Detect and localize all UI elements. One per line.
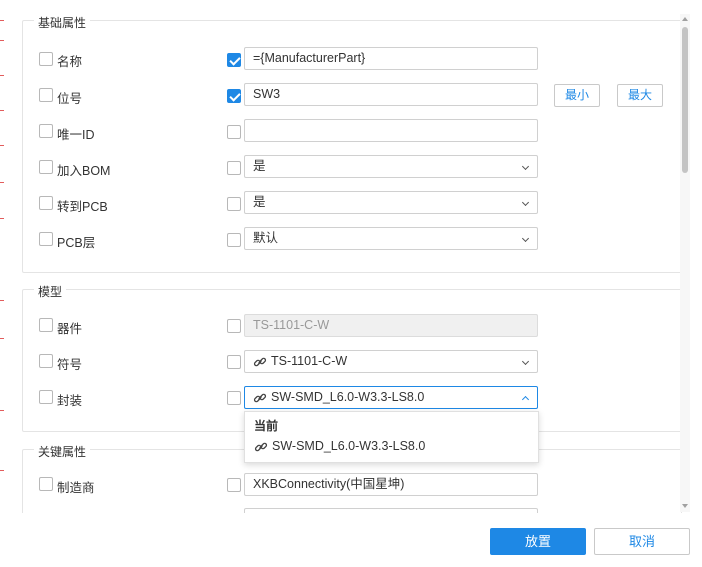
name-enabled-checkbox[interactable] <box>227 53 241 67</box>
footprint-select-value: SW-SMD_L6.0-W3.3-LS8.0 <box>271 390 425 404</box>
place-button[interactable]: 放置 <box>490 528 586 555</box>
model-title: 模型 <box>34 283 67 300</box>
scroll-down-icon[interactable] <box>682 504 688 508</box>
designator-visible-checkbox[interactable] <box>39 88 53 102</box>
footprint-select[interactable]: SW-SMD_L6.0-W3.3-LS8.0 <box>244 386 538 409</box>
key-properties-title: 关键属性 <box>34 443 91 460</box>
designator-max-button[interactable]: 最大 <box>617 84 663 107</box>
symbol-select-value: TS-1101-C-W <box>271 354 348 368</box>
unique-id-visible-checkbox[interactable] <box>39 124 53 138</box>
footprint-visible-checkbox[interactable] <box>39 390 53 404</box>
add-bom-visible-checkbox[interactable] <box>39 160 53 174</box>
to-pcb-enabled-checkbox[interactable] <box>227 197 241 211</box>
name-input[interactable]: ={ManufacturerPart} <box>244 47 538 70</box>
add-bom-enabled-checkbox[interactable] <box>227 161 241 175</box>
device-input: TS-1101-C-W <box>244 314 538 337</box>
chevron-down-icon <box>521 234 530 243</box>
dropdown-option[interactable]: SW-SMD_L6.0-W3.3-LS8.0 <box>254 439 425 454</box>
symbol-select[interactable]: TS-1101-C-W <box>244 350 538 373</box>
manufacturer-label: 制造商 <box>57 481 95 495</box>
pcb-layer-label: PCB层 <box>57 236 96 250</box>
device-label: 器件 <box>57 322 83 336</box>
unique-id-input[interactable] <box>244 119 538 142</box>
device-enabled-checkbox[interactable] <box>227 319 241 333</box>
footprint-enabled-checkbox[interactable] <box>227 391 241 405</box>
pcb-layer-enabled-checkbox[interactable] <box>227 233 241 247</box>
designator-input[interactable]: SW3 <box>244 83 538 106</box>
symbol-enabled-checkbox[interactable] <box>227 355 241 369</box>
dropdown-group-label: 当前 <box>254 419 279 433</box>
pcb-layer-select[interactable]: 默认 <box>244 227 538 250</box>
chevron-up-icon <box>521 395 530 404</box>
manufacturer-enabled-checkbox[interactable] <box>227 478 241 492</box>
to-pcb-select-value: 是 <box>253 195 266 209</box>
manufacturer-visible-checkbox[interactable] <box>39 477 53 491</box>
chevron-down-icon <box>521 162 530 171</box>
dropdown-option-label: SW-SMD_L6.0-W3.3-LS8.0 <box>272 439 426 453</box>
designator-min-button[interactable]: 最小 <box>554 84 600 107</box>
basic-properties-title: 基础属性 <box>34 14 91 31</box>
footprint-dropdown: 当前 SW-SMD_L6.0-W3.3-LS8.0 <box>244 411 539 463</box>
pcb-layer-visible-checkbox[interactable] <box>39 232 53 246</box>
manufacturer-input[interactable]: XKBConnectivity(中国星坤) <box>244 473 538 496</box>
designator-label: 位号 <box>57 92 83 106</box>
next-property-input[interactable] <box>244 508 538 513</box>
footprint-label: 封装 <box>57 394 83 408</box>
scroll-up-icon[interactable] <box>682 17 688 21</box>
link-icon <box>254 442 268 452</box>
link-icon <box>253 357 267 367</box>
pcb-layer-select-value: 默认 <box>253 231 279 245</box>
name-label: 名称 <box>57 55 83 69</box>
add-bom-label: 加入BOM <box>57 164 111 178</box>
device-visible-checkbox[interactable] <box>39 318 53 332</box>
to-pcb-select[interactable]: 是 <box>244 191 538 214</box>
name-visible-checkbox[interactable] <box>39 52 53 66</box>
scrollbar-thumb[interactable] <box>682 27 688 173</box>
add-bom-select-value: 是 <box>253 159 266 173</box>
chevron-down-icon <box>521 198 530 207</box>
chevron-down-icon <box>521 357 530 366</box>
link-icon <box>253 393 267 403</box>
unique-id-enabled-checkbox[interactable] <box>227 125 241 139</box>
unique-id-label: 唯一ID <box>57 128 95 142</box>
cancel-button[interactable]: 取消 <box>594 528 690 555</box>
to-pcb-label: 转到PCB <box>57 200 108 214</box>
add-bom-select[interactable]: 是 <box>244 155 538 178</box>
to-pcb-visible-checkbox[interactable] <box>39 196 53 210</box>
designator-enabled-checkbox[interactable] <box>227 89 241 103</box>
symbol-label: 符号 <box>57 358 83 372</box>
symbol-visible-checkbox[interactable] <box>39 354 53 368</box>
